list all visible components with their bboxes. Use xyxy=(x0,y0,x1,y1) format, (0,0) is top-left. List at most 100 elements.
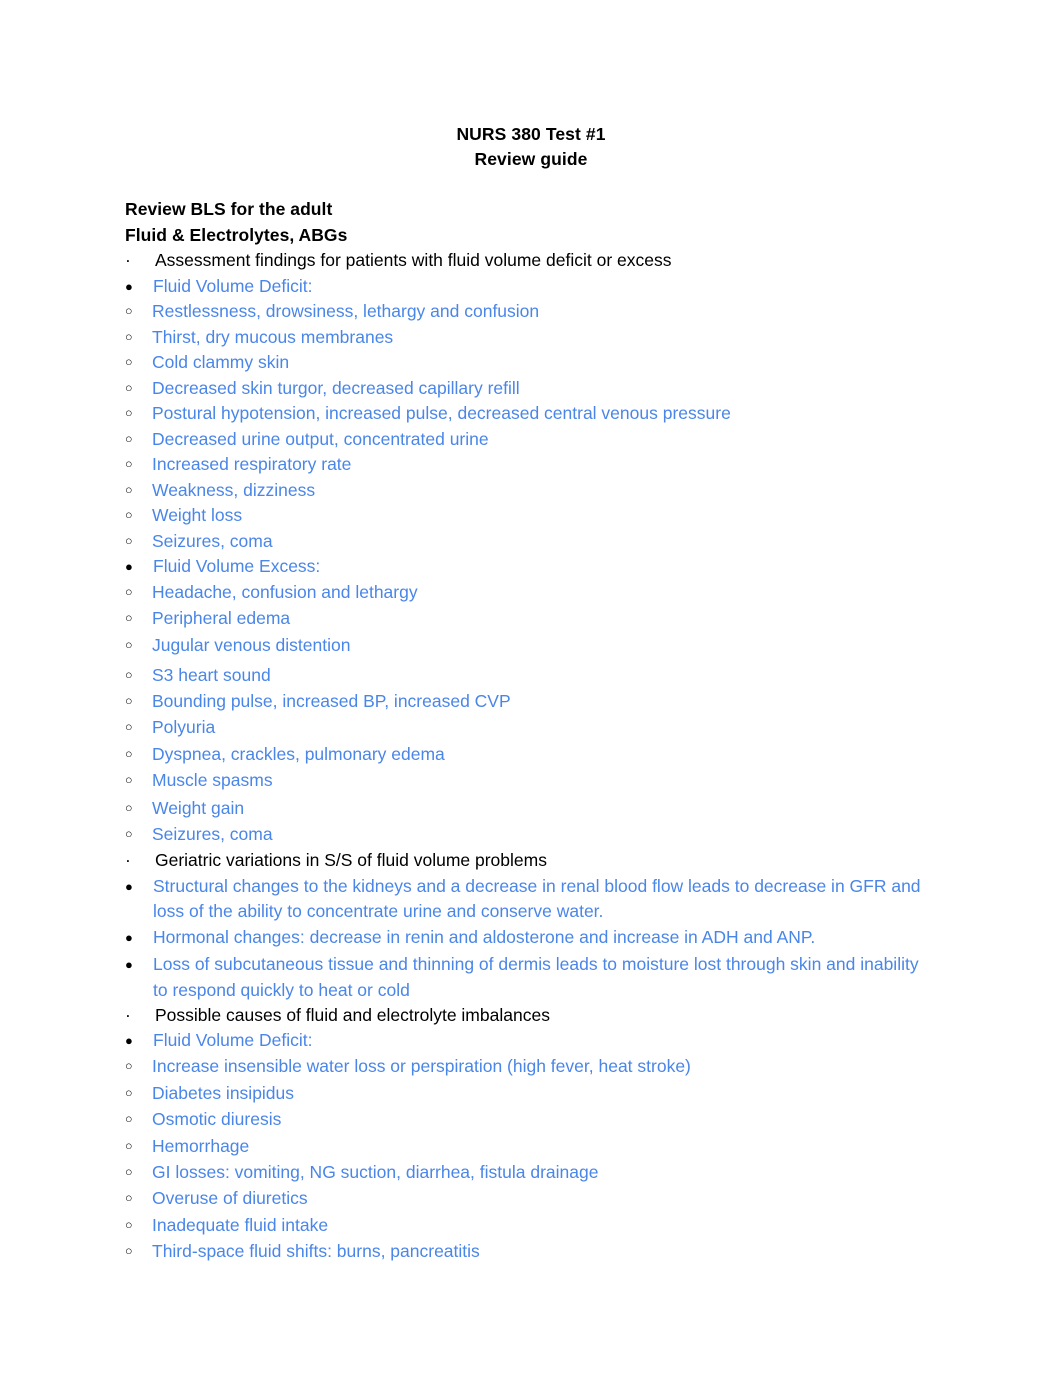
list-item: ○ Osmotic diuresis xyxy=(125,1107,937,1133)
list-item: ● Structural changes to the kidneys and … xyxy=(125,874,937,924)
bullet-circle-icon: ○ xyxy=(125,1244,133,1259)
group-label: Fluid Volume Deficit: xyxy=(153,1030,313,1051)
list-item-label: Increase insensible water loss or perspi… xyxy=(152,1056,691,1077)
list-item: ○ Increased respiratory rate xyxy=(125,452,937,478)
bullet-circle-icon: ○ xyxy=(125,380,133,395)
bullet-circle-icon: ○ xyxy=(125,508,133,522)
bullet-circle-icon: ○ xyxy=(125,827,133,842)
group-label: Fluid Volume Deficit: xyxy=(153,275,313,296)
outline-level-3: ○ Restlessness, drowsiness, lethargy and… xyxy=(125,299,937,554)
list-item: ○ Dyspnea, crackles, pulmonary edema xyxy=(125,742,937,768)
list-item: ○ Muscle spasms xyxy=(125,768,937,794)
list-item: ○ Bounding pulse, increased BP, increase… xyxy=(125,689,937,715)
document-title: NURS 380 Test #1 Review guide xyxy=(125,122,937,172)
list-item-label: Peripheral edema xyxy=(152,608,291,629)
list-item-label: S3 heart sound xyxy=(152,664,271,685)
bullet-circle-icon: ○ xyxy=(125,1164,133,1179)
outline-level-3: ○ Headache, confusion and lethargy ○ Per… xyxy=(125,580,937,848)
topic-geriatric-variations: · Geriatric variations in S/S of fluid v… xyxy=(125,848,937,874)
bullet-circle-icon: ○ xyxy=(125,1191,133,1206)
list-item: ○ Restlessness, drowsiness, lethargy and… xyxy=(125,299,937,325)
list-item-label: Bounding pulse, increased BP, increased … xyxy=(152,691,511,712)
list-item-label: Decreased urine output, concentrated uri… xyxy=(152,428,489,449)
bullet-dot-icon: · xyxy=(125,850,131,871)
list-item-label: Inadequate fluid intake xyxy=(152,1214,329,1235)
list-item-label: Restlessness, drowsiness, lethargy and c… xyxy=(152,301,540,321)
bullet-circle-icon: ○ xyxy=(125,533,133,548)
list-item: ○ Postural hypotension, increased pulse,… xyxy=(125,401,937,427)
bullet-dot-icon: · xyxy=(125,250,131,270)
bullet-circle-icon: ○ xyxy=(125,611,133,626)
list-item-label: Overuse of diuretics xyxy=(152,1188,308,1209)
title-line-1: NURS 380 Test #1 xyxy=(456,124,606,144)
list-item-label: Jugular venous distention xyxy=(152,634,351,655)
bullet-circle-icon: ○ xyxy=(125,746,133,761)
outline-level-2: ● Fluid Volume Deficit: xyxy=(125,1028,937,1054)
bullet-disc-icon: ● xyxy=(125,1033,133,1049)
bullet-disc-icon: ● xyxy=(125,559,133,574)
group-fluid-volume-deficit: ● Fluid Volume Deficit: xyxy=(125,274,937,300)
bullet-circle-icon: ○ xyxy=(125,801,133,816)
list-item: ○ Diabetes insipidus xyxy=(125,1081,937,1107)
bullet-circle-icon: ○ xyxy=(125,329,133,344)
bullet-circle-icon: ○ xyxy=(125,694,133,709)
outline-level-2: ● Fluid Volume Excess: xyxy=(125,554,937,580)
list-item: ○ Increase insensible water loss or pers… xyxy=(125,1054,937,1080)
bullet-circle-icon: ○ xyxy=(125,720,133,735)
outline-level-1: · Assessment findings for patients with … xyxy=(125,248,937,274)
list-item: ○ Third-space fluid shifts: burns, pancr… xyxy=(125,1239,937,1265)
topic-label: Possible causes of fluid and electrolyte… xyxy=(155,1004,550,1025)
list-item: ○ Overuse of diuretics xyxy=(125,1186,937,1212)
list-item: ○ Seizures, coma xyxy=(125,529,937,555)
title-line-2: Review guide xyxy=(474,149,588,169)
list-item: ○ Jugular venous distention xyxy=(125,633,937,659)
document-page: NURS 380 Test #1 Review guide Review BLS… xyxy=(0,0,1062,1377)
bullet-circle-icon: ○ xyxy=(125,1138,133,1153)
bullet-disc-icon: ● xyxy=(125,878,133,894)
list-item-label: Diabetes insipidus xyxy=(152,1082,295,1103)
bullet-dot-icon: · xyxy=(125,1004,131,1025)
bullet-circle-icon: ○ xyxy=(125,585,133,600)
topic-assessment-findings: · Assessment findings for patients with … xyxy=(125,248,937,274)
list-item-label: Postural hypotension, increased pulse, d… xyxy=(152,403,731,423)
outline-level-3: ○ Increase insensible water loss or pers… xyxy=(125,1054,937,1265)
topic-label: Geriatric variations in S/S of fluid vol… xyxy=(155,850,547,871)
group-label: Fluid Volume Excess: xyxy=(153,556,321,576)
bullet-circle-icon: ○ xyxy=(125,1112,133,1127)
list-item: ○ Weakness, dizziness xyxy=(125,478,937,504)
topic-possible-causes: · Possible causes of fluid and electroly… xyxy=(125,1003,937,1029)
bullet-circle-icon: ○ xyxy=(125,482,133,497)
list-item: ○ Peripheral edema xyxy=(125,606,937,632)
list-item-label: Weight loss xyxy=(152,505,243,525)
list-item-label: Seizures, coma xyxy=(152,824,273,845)
title-spacer xyxy=(125,172,937,197)
bullet-circle-icon: ○ xyxy=(125,773,133,788)
list-item: ○ Hemorrhage xyxy=(125,1134,937,1160)
list-item: ○ Seizures, coma xyxy=(125,822,937,848)
list-item-label: Thirst, dry mucous membranes xyxy=(152,326,394,347)
list-item-label: Dyspnea, crackles, pulmonary edema xyxy=(152,743,445,764)
heading-review-bls: Review BLS for the adult xyxy=(125,199,333,219)
list-item-label: Headache, confusion and lethargy xyxy=(152,582,418,603)
bullet-circle-icon: ○ xyxy=(125,637,133,652)
list-item: ○ GI losses: vomiting, NG suction, diarr… xyxy=(125,1160,937,1186)
list-item-label: Increased respiratory rate xyxy=(152,454,352,474)
list-item: ○ Cold clammy skin xyxy=(125,350,937,376)
bullet-circle-icon: ○ xyxy=(125,1217,133,1232)
list-item-label: Hormonal changes: decrease in renin and … xyxy=(153,927,816,948)
outline-level-2: ● Structural changes to the kidneys and … xyxy=(125,874,937,1003)
list-item: ○ Thirst, dry mucous membranes xyxy=(125,325,937,351)
list-item-label: Muscle spasms xyxy=(152,770,273,791)
list-item: ○ S3 heart sound xyxy=(125,663,937,689)
list-item-label: Weakness, dizziness xyxy=(152,479,316,500)
bullet-circle-icon: ○ xyxy=(125,406,133,420)
bullet-circle-icon: ○ xyxy=(125,457,133,471)
list-item: ○ Weight loss xyxy=(125,503,937,529)
bullet-circle-icon: ○ xyxy=(125,1059,133,1074)
bullet-circle-icon: ○ xyxy=(125,355,133,369)
list-item-label: Structural changes to the kidneys and a … xyxy=(153,875,921,921)
list-item-label: Hemorrhage xyxy=(152,1135,250,1156)
group-fluid-volume-excess: ● Fluid Volume Excess: xyxy=(125,554,937,580)
list-item: ○ Weight gain xyxy=(125,796,937,822)
bullet-circle-icon: ○ xyxy=(125,1085,133,1100)
